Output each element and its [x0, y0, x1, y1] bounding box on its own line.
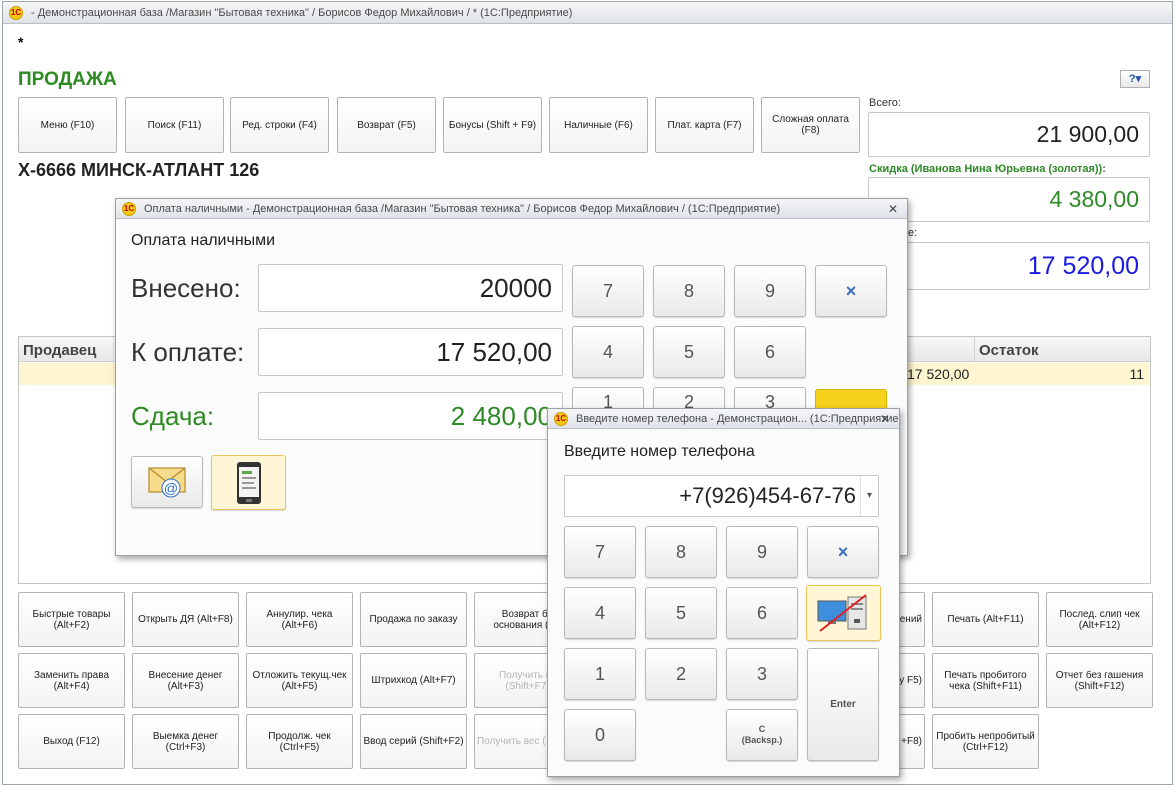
key-7[interactable]: 7: [572, 265, 644, 317]
main-window-title: - Демонстрационная база /Магазин "Бытова…: [31, 7, 573, 19]
phone-key-6[interactable]: 6: [726, 587, 798, 639]
phone-key-7[interactable]: 7: [564, 526, 636, 578]
screen-off-icon: [817, 594, 867, 632]
col-divider: [974, 337, 975, 362]
sale-by-order-button[interactable]: Продажа по заказу: [360, 592, 467, 647]
due-label: К оплате:: [131, 337, 245, 367]
complex-payment-button[interactable]: Сложная оплата (F8): [761, 97, 860, 153]
app-logo-icon: 1С: [9, 6, 23, 20]
phone-key-5[interactable]: 5: [645, 587, 717, 639]
open-drawer-button[interactable]: Открыть ДЯ (Alt+F8): [132, 592, 239, 647]
paid-input[interactable]: 20000: [258, 264, 563, 312]
change-label: Сдача:: [131, 401, 215, 431]
phone-key-3[interactable]: 3: [726, 648, 798, 700]
help-button[interactable]: ?▾: [1120, 70, 1150, 88]
phone-icon: [236, 461, 261, 504]
cash-dialog-heading: Оплата наличными: [131, 232, 276, 249]
phone-input[interactable]: +7(926)454-67-76 ▾: [564, 475, 879, 517]
phone-key-2[interactable]: 2: [645, 648, 717, 700]
phone-key-8[interactable]: 8: [645, 526, 717, 578]
clear-key[interactable]: ×: [815, 265, 887, 317]
email-icon: @: [148, 467, 186, 498]
key-8[interactable]: 8: [653, 265, 725, 317]
phone-dialog-title: Введите номер телефона - Демонстрацион..…: [576, 413, 899, 425]
modified-marker: *: [18, 34, 24, 50]
phone-key-0[interactable]: 0: [564, 709, 636, 761]
topay-label: е:: [908, 227, 918, 239]
postpone-receipt-button[interactable]: Отложить текущ.чек (Alt+F5): [246, 653, 353, 708]
continue-receipt-button[interactable]: Продолж. чек (Ctrl+F5): [246, 714, 353, 769]
card-button[interactable]: Плат. карта (F7): [655, 97, 754, 153]
send-email-button[interactable]: @: [131, 456, 203, 508]
close-icon[interactable]: ✕: [885, 201, 901, 217]
phone-number-dialog: 1С Введите номер телефона - Демонстрацио…: [547, 408, 900, 777]
cash-in-button[interactable]: Внесение денег (Alt+F3): [132, 653, 239, 708]
cancel-receipt-button[interactable]: Аннулир. чека (Alt+F6): [246, 592, 353, 647]
enter-serials-button[interactable]: Ввод серий (Shift+F2): [360, 714, 467, 769]
help-icon: ?▾: [1128, 73, 1142, 85]
print-button[interactable]: Печать (Alt+F11): [932, 592, 1039, 647]
change-rights-button[interactable]: Заменить права (Alt+F4): [18, 653, 125, 708]
key-6[interactable]: 6: [734, 326, 806, 378]
cash-out-button[interactable]: Выемка денег (Ctrl+F3): [132, 714, 239, 769]
app-logo-icon: 1С: [122, 202, 136, 216]
return-button[interactable]: Возврат (F5): [337, 97, 436, 153]
backspace-key[interactable]: C (Backsp.): [726, 709, 798, 761]
phone-enter-key[interactable]: Enter: [807, 648, 879, 761]
cash-dialog-title: Оплата наличными - Демонстрационная база…: [144, 203, 781, 215]
close-icon[interactable]: ✕: [877, 411, 893, 427]
x-report-button[interactable]: Отчет без гашения (Shift+F12): [1046, 653, 1153, 708]
screen-toggle-button[interactable]: [806, 585, 881, 641]
phone-clear-key[interactable]: ×: [807, 526, 879, 578]
topay-field: 17 520,00: [868, 242, 1150, 290]
discount-label: Скидка (Иванова Нина Юрьевна (золотая)):: [869, 163, 1106, 175]
phone-dialog-heading: Введите номер телефона: [564, 443, 755, 460]
row-rest: 11: [1129, 366, 1144, 382]
col-rest-header[interactable]: Остаток: [979, 342, 1039, 359]
fiscalize-unprinted-button[interactable]: Пробить непробитый (Ctrl+F12): [932, 714, 1039, 769]
phone-dialog-title-bar: 1С Введите номер телефона - Демонстрацио…: [548, 409, 899, 429]
phone-input-value: +7(926)454-67-76: [679, 483, 856, 508]
quick-goods-button[interactable]: Быстрые товары (Alt+F2): [18, 592, 125, 647]
chevron-down-icon[interactable]: ▾: [860, 476, 878, 516]
svg-text:@: @: [164, 480, 178, 496]
due-field: 17 520,00: [258, 328, 563, 376]
cash-dialog-title-bar: 1С Оплата наличными - Демонстрационная б…: [116, 199, 907, 219]
print-printed-receipt-button[interactable]: Печать пробитого чека (Shift+F11): [932, 653, 1039, 708]
key-4[interactable]: 4: [572, 326, 644, 378]
barcode-button[interactable]: Штрихкод (Alt+F7): [360, 653, 467, 708]
cash-button[interactable]: Наличные (F6): [549, 97, 648, 153]
phone-key-1[interactable]: 1: [564, 648, 636, 700]
bonus-button[interactable]: Бонусы (Shift + F9): [443, 97, 542, 153]
send-sms-button[interactable]: [211, 455, 286, 510]
main-title-bar: 1С - Демонстрационная база /Магазин "Быт…: [3, 2, 1172, 24]
key-5[interactable]: 5: [653, 326, 725, 378]
app-logo-icon: 1С: [554, 412, 568, 426]
key-9[interactable]: 9: [734, 265, 806, 317]
page-title: ПРОДАЖА: [18, 69, 117, 90]
change-field: 2 480,00: [258, 392, 563, 440]
search-button[interactable]: Поиск (F11): [125, 97, 224, 153]
col-seller-header[interactable]: Продавец: [23, 342, 96, 359]
total-field: 21 900,00: [868, 112, 1150, 157]
total-label: Всего:: [869, 97, 901, 109]
exit-button[interactable]: Выход (F12): [18, 714, 125, 769]
discount-field: 4 380,00: [868, 177, 1150, 222]
last-slip-button[interactable]: Послед. слип чек (Alt+F12): [1046, 592, 1153, 647]
paid-label: Внесено:: [131, 273, 241, 303]
item-name: Х-6666 МИНСК-АТЛАНТ 126: [18, 160, 260, 180]
row-amount: 17 520,00: [907, 366, 970, 382]
edit-row-button[interactable]: Ред. строки (F4): [230, 97, 329, 153]
menu-button[interactable]: Меню (F10): [18, 97, 117, 153]
phone-key-9[interactable]: 9: [726, 526, 798, 578]
phone-key-4[interactable]: 4: [564, 587, 636, 639]
